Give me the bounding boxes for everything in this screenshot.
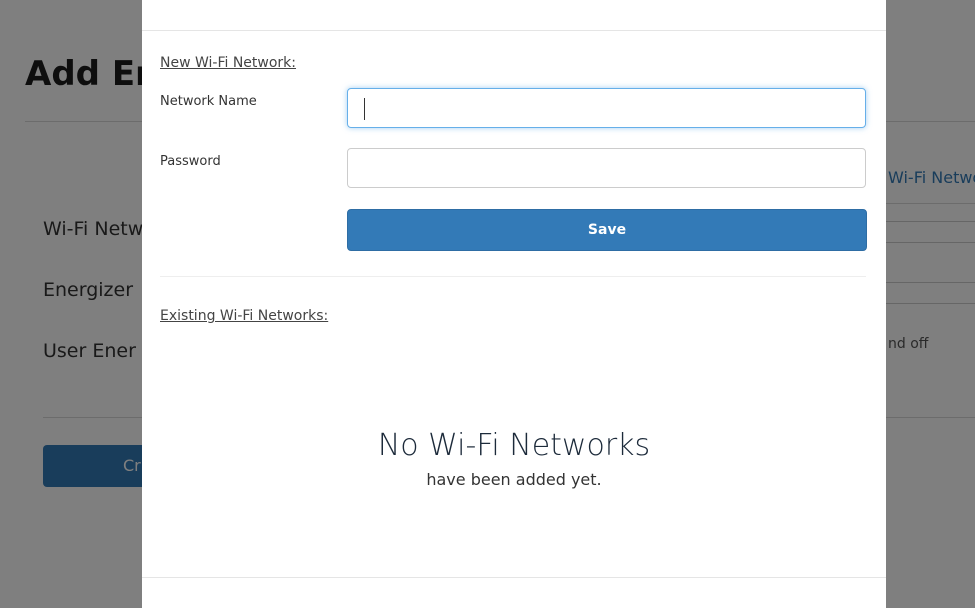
modal-header-divider — [142, 30, 886, 31]
network-name-label: Network Name — [160, 94, 257, 109]
empty-state-title: No Wi-Fi Networks — [377, 428, 651, 463]
modal-footer-divider — [142, 577, 886, 578]
text-cursor — [364, 98, 365, 120]
password-input[interactable] — [347, 148, 866, 188]
section-divider — [160, 276, 866, 277]
existing-networks-heading: Existing Wi-Fi Networks: — [160, 308, 329, 324]
network-name-input[interactable] — [347, 88, 866, 128]
save-button[interactable]: Save — [347, 209, 867, 251]
new-network-heading: New Wi-Fi Network: — [160, 55, 297, 71]
password-label: Password — [160, 154, 221, 169]
wifi-network-modal: New Wi-Fi Network: Network Name Password… — [142, 0, 886, 608]
empty-state-subtitle: have been added yet. — [426, 470, 602, 489]
